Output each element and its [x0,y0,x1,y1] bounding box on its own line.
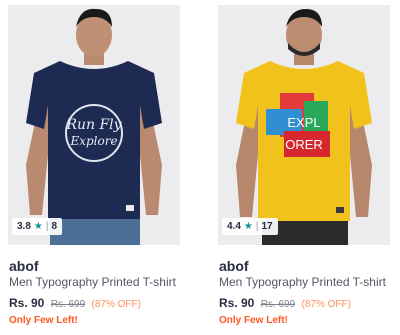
rating-badge: 4.4 ★ | 17 [222,218,278,235]
product-discount: (87% OFF) [301,299,351,310]
product-price: Rs. 90 [219,296,255,310]
svg-text:Run Fly: Run Fly [65,117,122,133]
product-photo: Run Fly Explore [8,5,180,245]
rating-badge: 3.8 ★ | 8 [12,218,63,235]
print-text-line1: EXPL [287,115,320,130]
product-brand[interactable]: abof [9,258,39,274]
star-icon: ★ [243,221,253,232]
print-text-line2: ORER [285,137,323,152]
rating-value: 4.4 [227,221,241,232]
price-row: Rs. 90 Rs. 699 (87% OFF) [219,296,351,310]
star-icon: ★ [33,221,43,232]
rating-count: 17 [261,221,273,232]
product-card[interactable]: Run Fly Explore 3.8 ★ | 8 abof Men Typog… [8,5,180,330]
stock-note: Only Few Left! [219,315,288,326]
rating-separator: | [255,221,259,232]
product-brand[interactable]: abof [219,258,249,274]
product-image[interactable]: Run Fly Explore [8,5,180,245]
product-mrp: Rs. 699 [50,299,86,310]
product-price: Rs. 90 [9,296,45,310]
product-discount: (87% OFF) [91,299,141,310]
price-row: Rs. 90 Rs. 699 (87% OFF) [9,296,141,310]
rating-separator: | [45,221,49,232]
product-image[interactable]: EXPL ORER [218,5,390,245]
rating-count: 8 [51,221,58,232]
product-title[interactable]: Men Typography Printed T-shirt [9,275,176,289]
stock-note: Only Few Left! [9,315,78,326]
svg-text:Explore: Explore [69,134,117,148]
rating-value: 3.8 [17,221,31,232]
product-card[interactable]: EXPL ORER 4.4 ★ | 17 abof Men Typography… [218,5,390,330]
product-photo: EXPL ORER [218,5,390,245]
product-mrp: Rs. 699 [260,299,296,310]
product-title[interactable]: Men Typography Printed T-shirt [219,275,386,289]
